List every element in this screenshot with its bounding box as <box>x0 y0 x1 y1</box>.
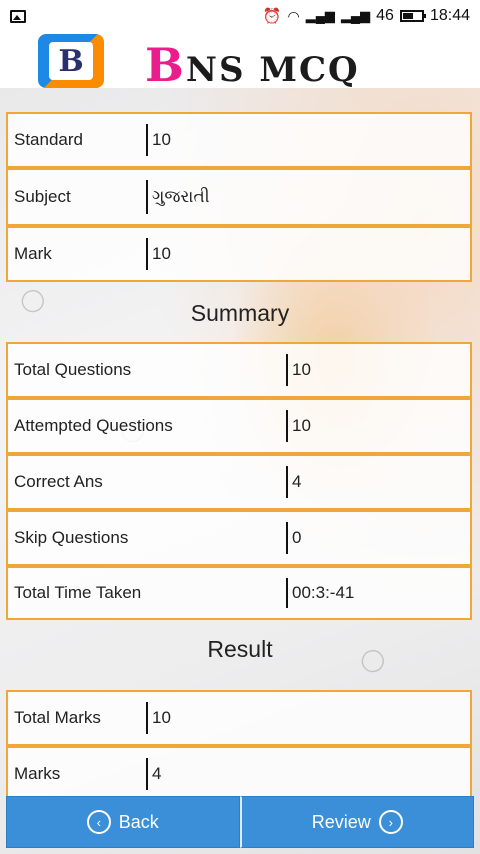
signal-icon: ▂▄▆ <box>305 8 335 23</box>
result-row-marks: Marks 4 <box>6 746 472 802</box>
brand-initial: B <box>145 38 186 92</box>
row-value: 10 <box>292 360 311 379</box>
result-title: Result <box>207 636 273 662</box>
row-label: Mark <box>14 244 52 263</box>
row-value: 00:3:-41 <box>292 583 355 602</box>
status-bar: ⏰ ◠ ▂▄▆ ▂▄▆ 46 18:44 <box>0 0 480 32</box>
logo-letter: B <box>49 42 93 80</box>
review-button[interactable]: Review › <box>239 796 474 848</box>
row-label: Total Marks <box>14 708 101 727</box>
result-row-total-marks: Total Marks 10 <box>6 690 472 746</box>
row-label: Total Time Taken <box>14 583 142 602</box>
row-label: Marks <box>14 764 61 783</box>
back-button[interactable]: ‹ Back <box>6 796 240 848</box>
row-value: 10 <box>152 244 171 263</box>
summary-row-total-questions: Total Questions 10 <box>6 342 472 398</box>
summary-title: Summary <box>190 300 290 326</box>
row-divider <box>146 238 148 270</box>
row-label: Subject <box>14 187 71 206</box>
row-value: 4 <box>152 764 162 783</box>
chevron-right-icon: › <box>378 810 403 834</box>
summary-row-attempted-questions: Attempted Questions 10 <box>6 398 472 454</box>
wifi-icon: ◠ <box>287 7 300 24</box>
row-divider <box>286 354 288 386</box>
row-divider <box>286 466 288 498</box>
app-header: B BNS MCQ <box>0 32 480 92</box>
summary-row-correct-ans: Correct Ans 4 <box>6 454 472 510</box>
row-label: Skip Questions <box>14 528 129 547</box>
brand-rest: NS MCQ <box>185 50 360 90</box>
info-row-subject: Subject ગુજરાતી <box>6 168 472 226</box>
info-row-mark: Mark 10 <box>6 226 472 282</box>
row-divider <box>146 180 148 214</box>
row-divider <box>286 578 288 608</box>
summary-row-total-time: Total Time Taken 00:3:-41 <box>6 566 472 620</box>
network-type: 46 <box>376 7 394 24</box>
battery-icon <box>399 10 426 22</box>
row-value: 10 <box>152 708 171 727</box>
info-row-standard: Standard 10 <box>6 112 472 168</box>
review-button-label: Review <box>311 811 371 832</box>
row-divider <box>286 410 288 442</box>
signal-icon-2: ▂▄▆ <box>340 8 371 23</box>
row-divider <box>146 702 148 734</box>
brand-title: BNS MCQ <box>145 38 360 92</box>
alarm-icon: ⏰ <box>262 8 282 25</box>
chevron-left-icon: ‹ <box>86 810 111 834</box>
row-divider <box>146 758 148 790</box>
bottom-action-bar: ‹ Back Review › <box>6 796 474 848</box>
row-value: 4 <box>292 472 302 491</box>
row-value: 10 <box>152 130 171 149</box>
back-button-label: Back <box>118 811 159 832</box>
image-notification-icon <box>10 9 26 23</box>
row-divider <box>286 522 288 554</box>
row-value: 0 <box>292 528 302 547</box>
app-logo: B <box>38 34 104 88</box>
row-divider <box>146 124 148 156</box>
result-content[interactable]: ◯ ◯ ◯ Standard 10 Subject ગુજરાતી Mark 1… <box>0 88 480 854</box>
row-label: Total Questions <box>14 360 132 379</box>
row-value: 10 <box>292 416 311 435</box>
clock: 18:44 <box>429 7 470 24</box>
summary-row-skip-questions: Skip Questions 0 <box>6 510 472 566</box>
row-label: Standard <box>14 130 83 149</box>
row-label: Attempted Questions <box>14 416 173 435</box>
row-label: Correct Ans <box>14 472 103 491</box>
row-value: ગુજરાતી <box>152 187 210 206</box>
